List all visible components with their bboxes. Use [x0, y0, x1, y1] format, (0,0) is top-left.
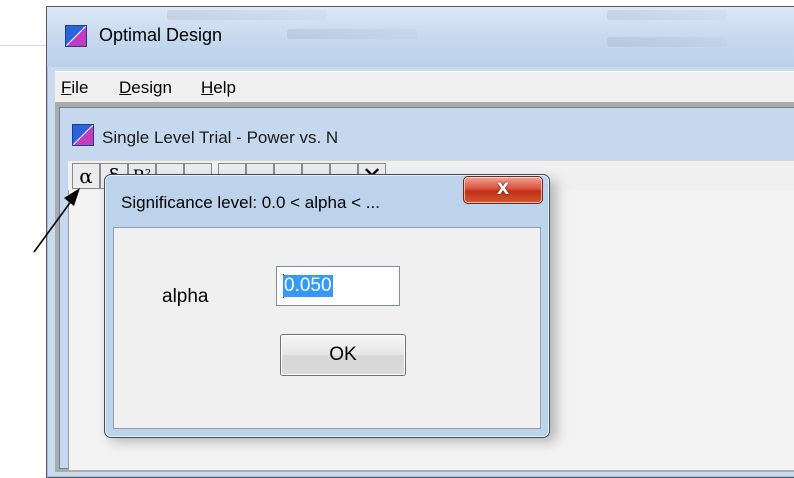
menu-file[interactable]: File: [61, 78, 88, 98]
main-window-title: Optimal Design: [99, 25, 223, 45]
menubar: File Design Help: [55, 71, 794, 102]
menu-design-mnemonic: D: [119, 78, 132, 97]
dialog-close-button[interactable]: X: [463, 176, 543, 204]
menu-help-mnemonic: H: [201, 78, 214, 97]
menu-help[interactable]: Help: [201, 78, 236, 98]
menu-file-rest: ile: [71, 78, 89, 97]
alpha-input-value: 0.050: [283, 275, 333, 297]
dialog-body: alpha 0.050 OK: [113, 227, 541, 429]
background-window-blur: [607, 37, 727, 47]
app-icon: [65, 25, 87, 47]
significance-dialog: Significance level: 0.0 < alpha < ... X …: [104, 174, 550, 438]
child-window-title: Single Level Trial - Power vs. N: [102, 128, 339, 147]
background-window-blur: [167, 10, 327, 20]
ok-button[interactable]: OK: [280, 334, 406, 376]
alpha-input[interactable]: 0.050: [276, 266, 400, 306]
alpha-icon[interactable]: α: [72, 163, 100, 189]
menu-help-rest: elp: [213, 78, 236, 97]
child-window-icon: [72, 124, 94, 146]
menu-design-rest: esign: [131, 78, 172, 97]
menu-file-mnemonic: F: [61, 78, 72, 97]
dialog-title: Significance level: 0.0 < alpha < ...: [121, 193, 380, 212]
menu-design[interactable]: Design: [119, 78, 172, 98]
main-title-bar[interactable]: Optimal Design: [47, 7, 794, 67]
background-window-blur: [607, 10, 727, 20]
close-icon: X: [496, 179, 510, 198]
background-divider: [0, 45, 46, 46]
alpha-label: alpha: [162, 286, 209, 307]
background-window-blur: [287, 29, 417, 39]
